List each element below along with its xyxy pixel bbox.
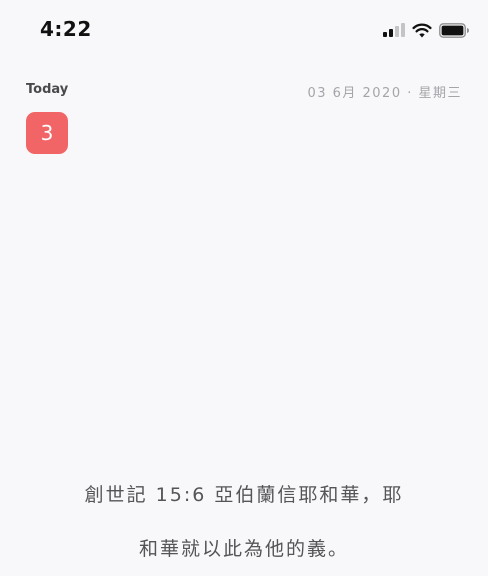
day-count-badge[interactable]: 3 (26, 112, 68, 154)
today-label: Today (26, 82, 69, 97)
wifi-icon (412, 23, 432, 37)
header-row: Today 03 6月 2020 · 星期三 (26, 82, 462, 102)
cellular-signal-icon (383, 23, 405, 37)
date-label: 03 6月 2020 · 星期三 (307, 86, 462, 101)
verse-text: 創世記 15:6 亞伯蘭信耶和華，耶 和華就以此為他的義。 (84, 484, 404, 560)
battery-icon (439, 22, 469, 38)
status-icons (383, 20, 470, 40)
status-time: 4:22 (40, 17, 92, 41)
status-bar: 4:22 (0, 0, 488, 60)
